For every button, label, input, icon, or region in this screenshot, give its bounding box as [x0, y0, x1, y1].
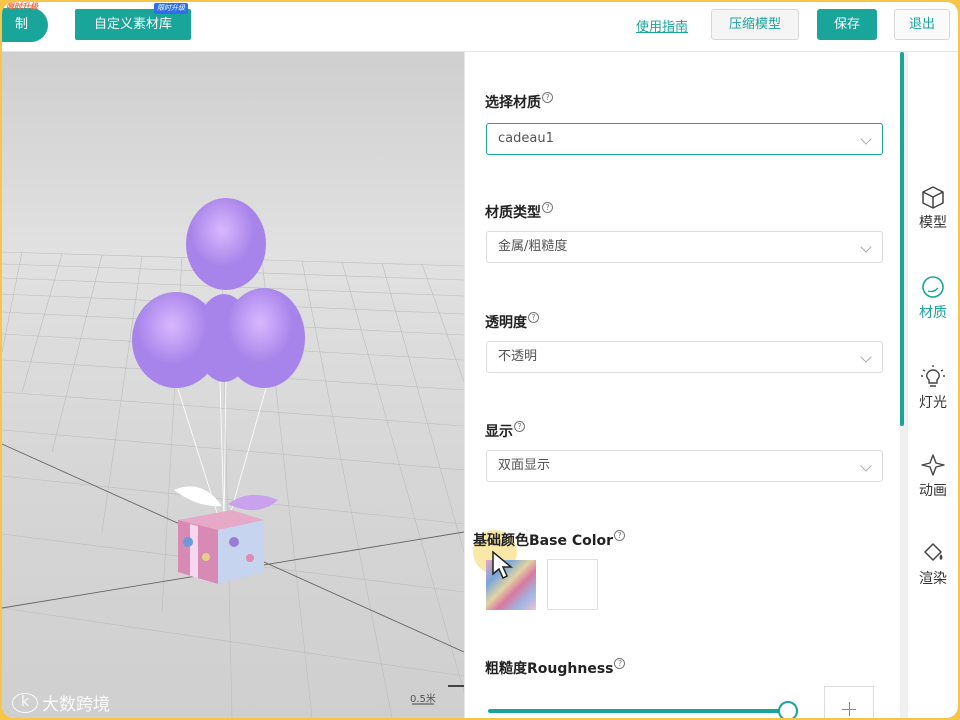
help-icon[interactable]: ? [514, 421, 525, 432]
transparency-select[interactable]: 不透明 [486, 341, 883, 373]
panel-scrollbar[interactable] [900, 52, 908, 718]
add-roughness-map-button[interactable] [824, 686, 874, 718]
chevron-down-icon [860, 460, 872, 472]
balloon-left [132, 292, 220, 388]
help-icon[interactable]: ? [542, 92, 553, 103]
base-color-heading: 基础颜色Base Color? [473, 530, 626, 550]
top-toolbar: 制 限时升级 自定义素材库 限时升级 使用指南 压缩模型 保存 退出 [2, 2, 958, 52]
tab-render[interactable]: 渲染 [908, 540, 958, 614]
watermark: k 大数跨境 [12, 690, 110, 715]
tab-lighting-label: 灯光 [919, 395, 947, 411]
display-heading: 显示? [485, 421, 525, 441]
tab-material[interactable]: 材质 [908, 274, 958, 348]
roughness-slider-thumb[interactable] [778, 701, 798, 718]
watermark-logo-icon: k [12, 692, 38, 713]
tab-lighting[interactable]: 灯光 [908, 364, 958, 438]
left-menu-label: 制 [14, 17, 28, 32]
sparkle-icon [921, 454, 945, 476]
material-type-select[interactable]: 金属/粗糙度 [486, 231, 883, 263]
watermark-text: 大数跨境 [42, 695, 110, 715]
compress-model-button[interactable]: 压缩模型 [711, 9, 799, 40]
3d-viewport[interactable]: 0.5米 k 大数跨境 [2, 52, 464, 718]
select-material-heading: 选择材质? [485, 92, 553, 112]
material-properties-panel: 选择材质? cadeau1 材质类型? 金属/粗糙度 透明度? 不透明 显示? … [464, 52, 900, 718]
help-icon[interactable]: ? [542, 202, 553, 213]
gift-box [174, 486, 278, 584]
display-value: 双面显示 [498, 458, 551, 473]
display-label: 显示 [485, 424, 513, 440]
display-select[interactable]: 双面显示 [486, 450, 883, 482]
balloon-right [223, 288, 305, 388]
mouse-cursor-icon [492, 550, 514, 580]
material-sphere-icon [922, 276, 944, 298]
scrollbar-thumb[interactable] [900, 52, 904, 426]
chevron-down-icon [860, 241, 872, 253]
lightbulb-icon [921, 365, 945, 387]
roughness-label: 粗糙度Roughness [485, 661, 614, 677]
help-icon[interactable]: ? [614, 530, 626, 541]
balloons [132, 198, 305, 388]
left-menu-button[interactable]: 制 [2, 8, 48, 42]
app-window: 制 限时升级 自定义素材库 限时升级 使用指南 压缩模型 保存 退出 0.5米 … [2, 2, 958, 718]
balloon-top [186, 198, 266, 290]
right-tab-bar: 模型 材质 灯光 动画 渲染 [908, 52, 958, 718]
save-button[interactable]: 保存 [817, 9, 877, 40]
cube-icon [922, 186, 944, 209]
tab-animation[interactable]: 动画 [908, 452, 958, 526]
material-type-heading: 材质类型? [485, 202, 553, 222]
base-color-label: 基础颜色Base Color [473, 533, 614, 549]
help-icon[interactable]: ? [614, 658, 626, 669]
base-color-picker[interactable] [547, 559, 598, 610]
roughness-heading: 粗糙度Roughness? [485, 658, 626, 678]
scale-label: 0.5米 [410, 694, 436, 705]
left-upgrade-tag: 限时升级 [6, 2, 38, 11]
select-material-label: 选择材质 [485, 95, 541, 111]
transparency-heading: 透明度? [485, 312, 539, 332]
material-select[interactable]: cadeau1 [486, 123, 883, 155]
scene-canvas [2, 198, 464, 718]
chevron-down-icon [860, 133, 872, 145]
roughness-slider-track[interactable] [488, 709, 788, 713]
paint-bucket-icon [924, 543, 943, 561]
tab-animation-label: 动画 [919, 483, 947, 499]
tab-render-label: 渲染 [919, 571, 947, 587]
transparency-label: 透明度 [485, 315, 527, 331]
material-type-label: 材质类型 [485, 205, 541, 221]
tab-model[interactable]: 模型 [908, 184, 958, 258]
material-upgrade-tag: 限时升级 [154, 3, 188, 14]
material-select-value: cadeau1 [498, 131, 554, 146]
user-guide-link[interactable]: 使用指南 [636, 16, 688, 35]
material-type-value: 金属/粗糙度 [498, 239, 568, 254]
help-icon[interactable]: ? [528, 312, 539, 323]
transparency-value: 不透明 [498, 349, 538, 364]
tab-model-label: 模型 [919, 215, 947, 231]
tab-material-label: 材质 [919, 305, 947, 321]
chevron-down-icon [860, 351, 872, 363]
exit-button[interactable]: 退出 [894, 9, 950, 40]
